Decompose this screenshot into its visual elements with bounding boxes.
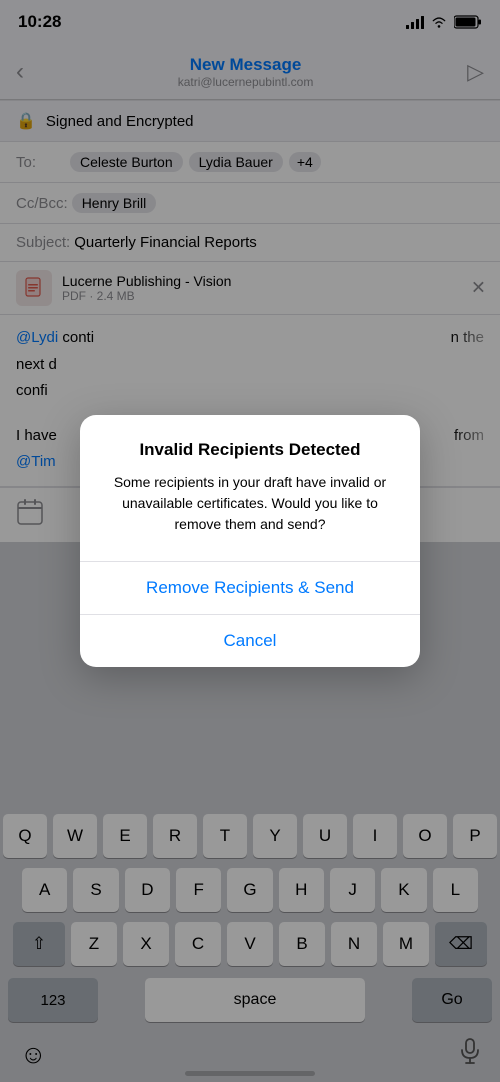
modal-body: Some recipients in your draft have inval… — [100, 472, 400, 535]
modal-box: Invalid Recipients Detected Some recipie… — [80, 415, 420, 666]
modal-content: Invalid Recipients Detected Some recipie… — [80, 415, 420, 560]
modal-overlay: Invalid Recipients Detected Some recipie… — [0, 0, 500, 1082]
modal-title: Invalid Recipients Detected — [100, 439, 400, 461]
cancel-button[interactable]: Cancel — [80, 615, 420, 667]
remove-recipients-button[interactable]: Remove Recipients & Send — [80, 562, 420, 614]
